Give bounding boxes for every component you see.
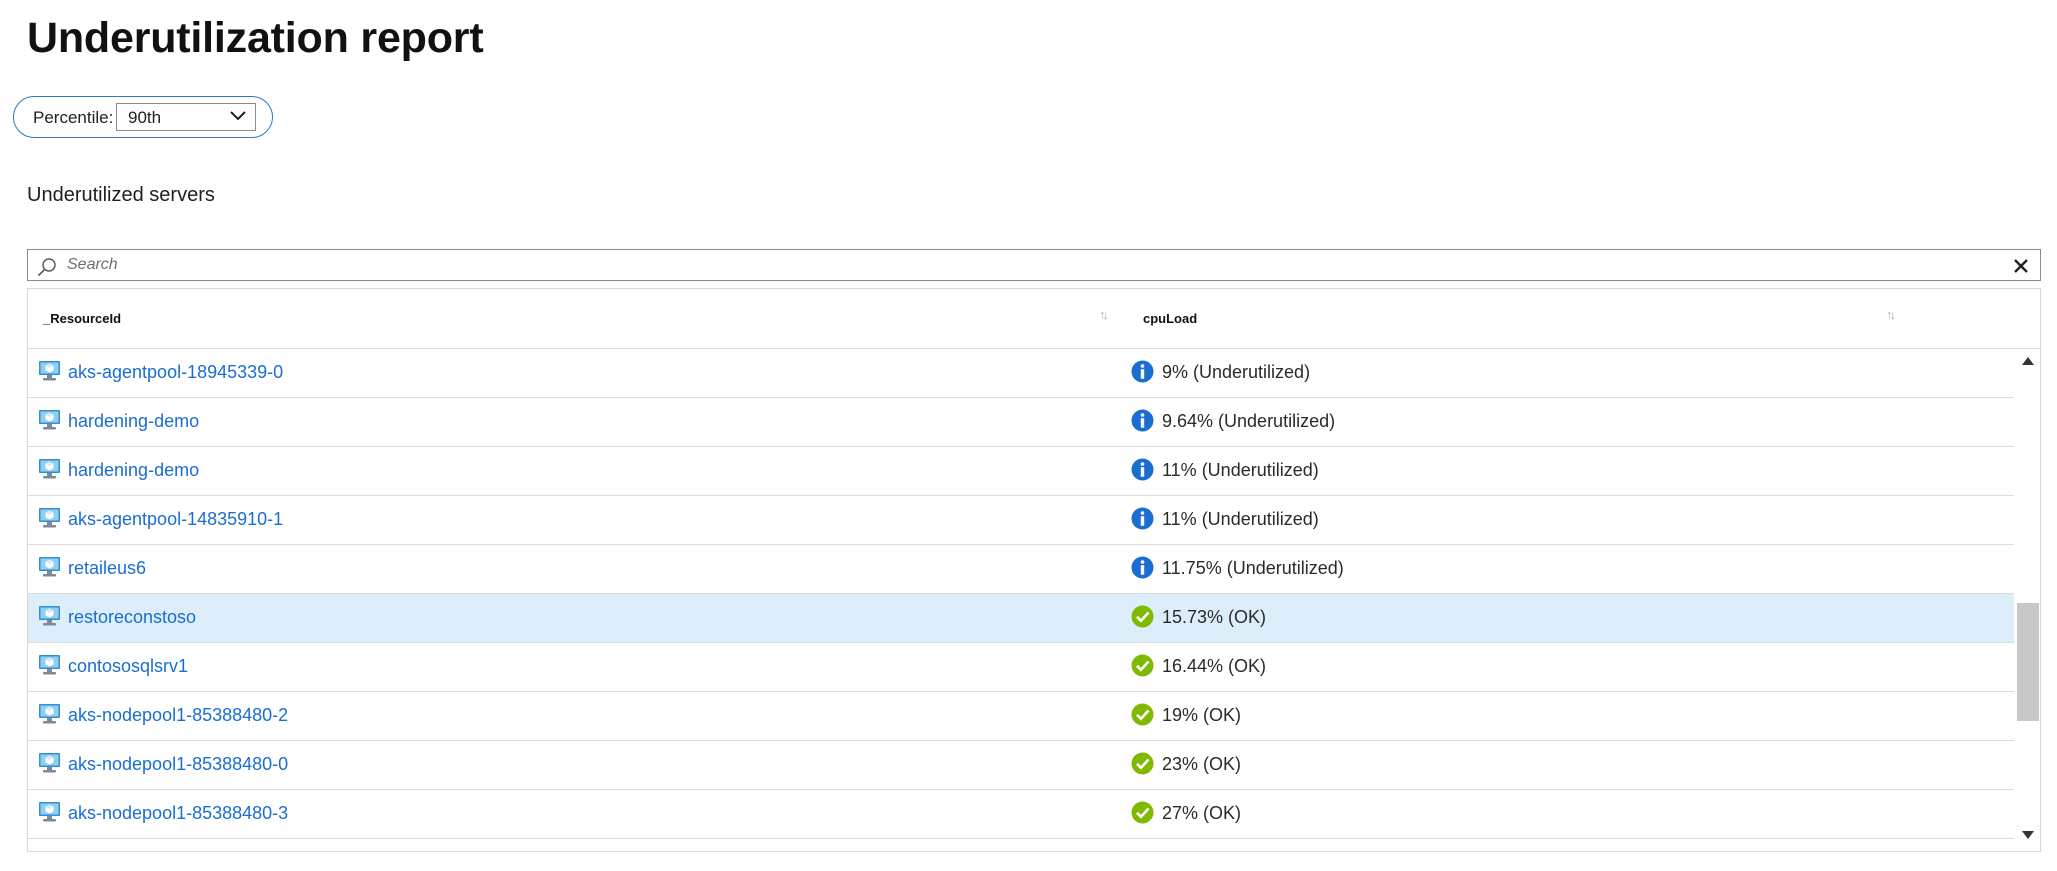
checkmark-circle-icon: [1131, 605, 1154, 628]
search-icon: [37, 258, 56, 277]
table-row[interactable]: restoreconstoso 15.73% (OK): [28, 594, 2016, 643]
grid-header: _ResourceId ↑↓ cpuLoad ↑↓: [28, 289, 2040, 349]
sort-arrows-icon[interactable]: ↑↓: [1099, 307, 1109, 322]
grid-rows: aks-agentpool-18945339-0 9% (Underutilize…: [28, 349, 2016, 839]
table-row[interactable]: hardening-demo 9.64% (Underutilized): [28, 398, 2016, 447]
percentile-selected-value: 90th: [128, 108, 162, 127]
virtual-machine-icon: [39, 606, 60, 626]
info-circle-icon: [1131, 507, 1154, 530]
column-header-resourceid[interactable]: _ResourceId: [43, 311, 121, 326]
checkmark-circle-icon: [1131, 752, 1154, 775]
cpu-load-value: 11.75% (Underutilized): [1162, 558, 1344, 578]
section-title: Underutilized servers: [27, 184, 215, 206]
table-row[interactable]: aks-nodepool1-85388480-3 27% (OK): [28, 790, 2016, 839]
info-circle-icon: [1131, 409, 1154, 432]
resource-link[interactable]: aks-nodepool1-85388480-3: [68, 803, 288, 824]
scrollbar-thumb[interactable]: [2017, 603, 2039, 721]
column-header-cpuload[interactable]: cpuLoad: [1143, 311, 1197, 326]
percentile-dropdown[interactable]: 90th: [116, 103, 256, 131]
virtual-machine-icon: [39, 557, 60, 577]
resource-link[interactable]: restoreconstoso: [68, 607, 196, 628]
cpu-load-value: 23% (OK): [1162, 754, 1242, 774]
cpu-load-value: 15.73% (OK): [1162, 607, 1267, 627]
cpu-load-value: 27% (OK): [1162, 803, 1242, 823]
table-row[interactable]: retaileus6 11.75% (Underutilized): [28, 545, 2016, 594]
virtual-machine-icon: [39, 753, 60, 773]
info-circle-icon: [1131, 556, 1154, 579]
close-icon[interactable]: [2014, 259, 2028, 273]
cpu-load-value: 16.44% (OK): [1162, 656, 1267, 676]
percentile-parameter: Percentile: 90th: [13, 96, 273, 138]
virtual-machine-icon: [39, 361, 60, 381]
resource-link[interactable]: aks-agentpool-14835910-1: [68, 509, 283, 530]
cpu-load-value: 9.64% (Underutilized): [1162, 411, 1336, 431]
virtual-machine-icon: [39, 459, 60, 479]
virtual-machine-icon: [39, 508, 60, 528]
cpu-load-value: 11% (Underutilized): [1162, 460, 1319, 480]
sort-arrows-icon[interactable]: ↑↓: [1886, 307, 1896, 322]
page-title: Underutilization report: [27, 14, 484, 62]
table-row[interactable]: aks-agentpool-14835910-1 11% (Underutiliz…: [28, 496, 2016, 545]
resource-link[interactable]: contososqlsrv1: [68, 656, 188, 677]
underutilized-servers-grid: _ResourceId ↑↓ cpuLoad ↑↓ aks-agentpool-…: [27, 288, 2041, 852]
table-row[interactable]: aks-agentpool-18945339-0 9% (Underutilize…: [28, 349, 2016, 398]
checkmark-circle-icon: [1131, 801, 1154, 824]
scroll-down-arrow-icon[interactable]: [2022, 831, 2034, 839]
cpu-load-value: 11% (Underutilized): [1162, 509, 1319, 529]
virtual-machine-icon: [39, 704, 60, 724]
resource-link[interactable]: hardening-demo: [68, 460, 199, 481]
cpu-load-value: 19% (OK): [1162, 705, 1242, 725]
resource-link[interactable]: aks-agentpool-18945339-0: [68, 362, 283, 383]
info-circle-icon: [1131, 458, 1154, 481]
table-row[interactable]: aks-nodepool1-85388480-2 19% (OK): [28, 692, 2016, 741]
scroll-up-arrow-icon[interactable]: [2022, 357, 2034, 365]
checkmark-circle-icon: [1131, 703, 1154, 726]
resource-link[interactable]: aks-nodepool1-85388480-0: [68, 754, 288, 775]
table-row[interactable]: contososqlsrv1 16.44% (OK): [28, 643, 2016, 692]
table-row[interactable]: aks-nodepool1-85388480-0 23% (OK): [28, 741, 2016, 790]
vertical-scrollbar[interactable]: [2014, 349, 2040, 851]
virtual-machine-icon: [39, 655, 60, 675]
percentile-label: Percentile:: [33, 108, 114, 127]
search-input[interactable]: [67, 251, 1967, 279]
info-circle-icon: [1131, 360, 1154, 383]
resource-link[interactable]: aks-nodepool1-85388480-2: [68, 705, 288, 726]
cpu-load-value: 9% (Underutilized): [1162, 362, 1311, 382]
table-row[interactable]: hardening-demo 11% (Underutilized): [28, 447, 2016, 496]
virtual-machine-icon: [39, 410, 60, 430]
resource-link[interactable]: retaileus6: [68, 558, 146, 579]
search-box: [27, 249, 2041, 281]
checkmark-circle-icon: [1131, 654, 1154, 677]
virtual-machine-icon: [39, 802, 60, 822]
chevron-down-icon: [230, 111, 246, 121]
resource-link[interactable]: hardening-demo: [68, 411, 199, 432]
